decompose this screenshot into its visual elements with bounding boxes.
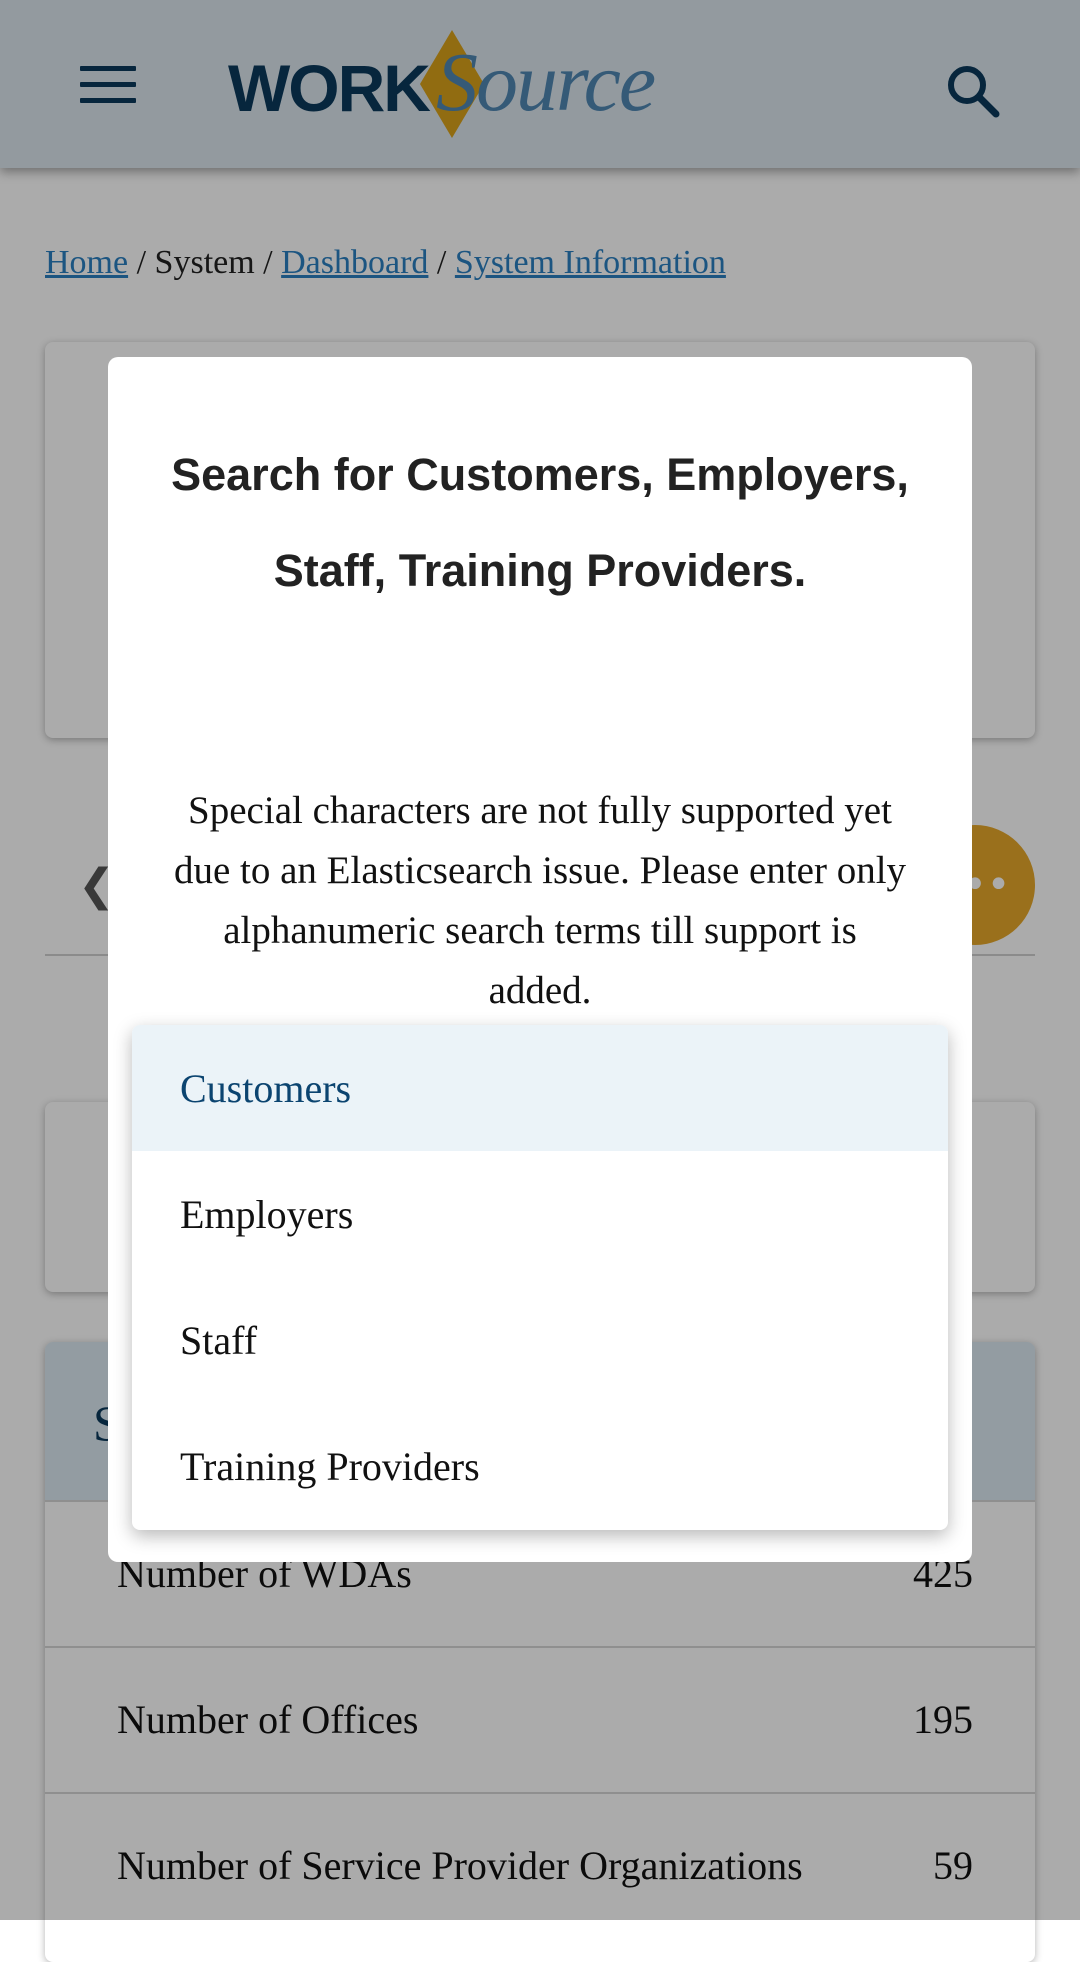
dropdown-option-staff[interactable]: Staff: [132, 1277, 948, 1403]
option-label: Training Providers: [180, 1444, 480, 1489]
dropdown-option-training-providers[interactable]: Training Providers: [132, 1403, 948, 1529]
option-label: Staff: [180, 1318, 258, 1363]
option-label: Employers: [180, 1192, 354, 1237]
special-characters-notice: Special characters are not fully support…: [173, 789, 907, 1012]
option-label: Customers: [180, 1066, 352, 1111]
modal-title: Search for Customers, Employers, Staff, …: [171, 449, 909, 596]
search-type-dropdown[interactable]: Customers Employers Staff Training Provi…: [132, 1025, 948, 1530]
dropdown-option-employers[interactable]: Employers: [132, 1151, 948, 1277]
dropdown-option-customers[interactable]: Customers: [132, 1025, 948, 1151]
